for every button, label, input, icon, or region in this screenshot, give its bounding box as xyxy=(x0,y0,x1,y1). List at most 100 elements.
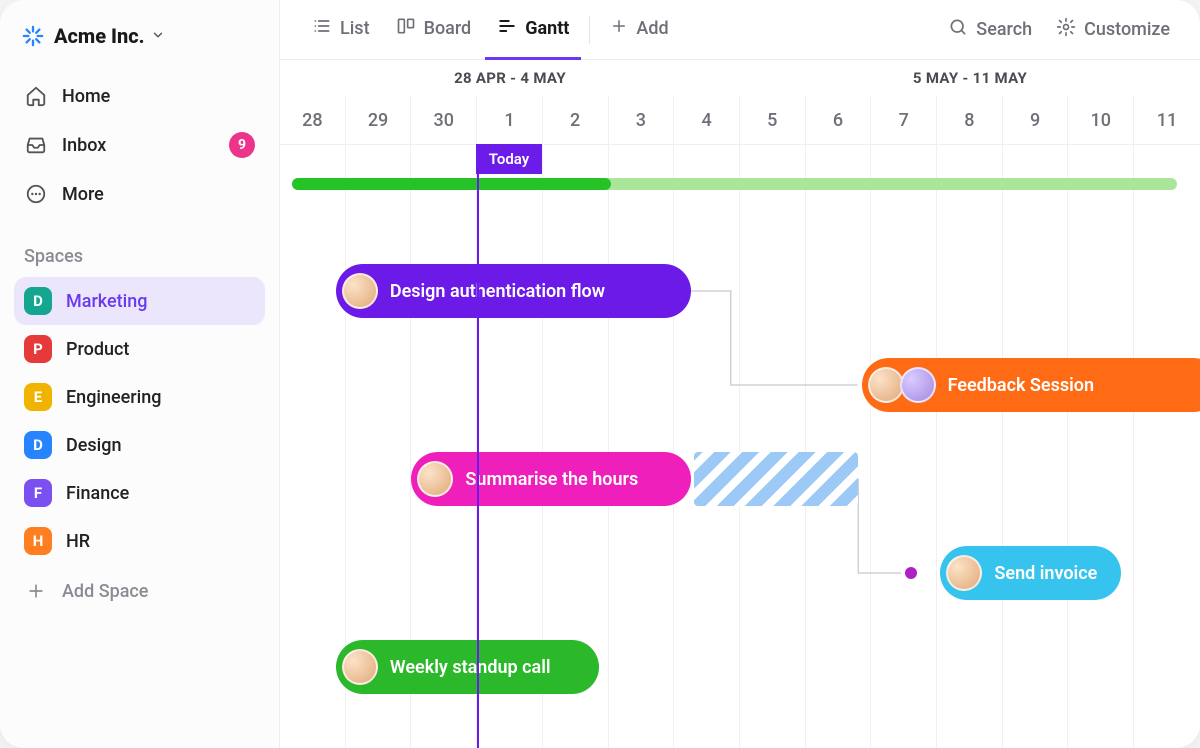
space-icon: E xyxy=(24,383,52,411)
avatar xyxy=(946,555,982,591)
main-content: List Board Gantt Add Search xyxy=(280,0,1200,748)
tab-list-label: List xyxy=(340,18,370,39)
space-icon: D xyxy=(24,431,52,459)
home-icon xyxy=(24,84,48,108)
week-label: 5 MAY - 11 MAY xyxy=(740,60,1200,96)
tab-gantt-label: Gantt xyxy=(525,18,569,39)
avatar xyxy=(342,649,378,685)
day-cell[interactable]: 3 xyxy=(609,96,675,144)
space-label: HR xyxy=(66,531,90,552)
sidebar-space-finance[interactable]: F Finance xyxy=(14,469,265,517)
gantt-timeline[interactable]: 28 APR - 4 MAY5 MAY - 11 MAY 28293012345… xyxy=(280,60,1200,748)
buffer-hatch xyxy=(694,452,858,506)
divider xyxy=(589,16,590,44)
sidebar: Acme Inc. Home Inbox 9 xyxy=(0,0,280,748)
task-bar[interactable]: Feedback Session xyxy=(862,358,1200,412)
add-space-label: Add Space xyxy=(62,581,148,602)
day-cell[interactable]: 11 xyxy=(1134,96,1200,144)
milestone[interactable] xyxy=(905,567,917,579)
space-label: Marketing xyxy=(66,291,147,312)
gear-icon xyxy=(1056,17,1076,42)
day-cell[interactable]: 1 xyxy=(477,96,543,144)
space-icon: H xyxy=(24,527,52,555)
space-label: Finance xyxy=(66,483,129,504)
task-title: Design authentication flow xyxy=(390,281,605,302)
timeline-header: 28 APR - 4 MAY5 MAY - 11 MAY 28293012345… xyxy=(280,60,1200,145)
tab-board[interactable]: Board xyxy=(384,0,484,60)
avatar xyxy=(342,273,378,309)
nav-inbox[interactable]: Inbox 9 xyxy=(14,120,265,170)
search-button[interactable]: Search xyxy=(938,9,1042,50)
workspace-name: Acme Inc. xyxy=(54,24,145,48)
sidebar-space-hr[interactable]: H HR xyxy=(14,517,265,565)
task-bar[interactable]: Weekly standup call xyxy=(336,640,599,694)
nav-primary: Home Inbox 9 More xyxy=(14,72,265,218)
space-label: Product xyxy=(66,339,129,360)
avatar xyxy=(868,367,904,403)
view-tabs: List Board Gantt Add xyxy=(300,0,681,60)
search-icon xyxy=(948,17,968,42)
sidebar-space-marketing[interactable]: D Marketing xyxy=(14,277,265,325)
inbox-icon xyxy=(24,133,48,157)
avatar xyxy=(900,367,936,403)
today-marker: Today xyxy=(477,144,479,748)
spaces-header: Spaces xyxy=(14,218,265,277)
tab-board-label: Board xyxy=(424,18,472,39)
workspace-switcher[interactable]: Acme Inc. xyxy=(14,20,265,66)
task-bar[interactable]: Send invoice xyxy=(940,546,1121,600)
board-icon xyxy=(396,16,416,41)
day-cell[interactable]: 28 xyxy=(280,96,346,144)
plus-icon xyxy=(24,579,48,603)
day-cell[interactable]: 9 xyxy=(1003,96,1069,144)
day-cell[interactable]: 10 xyxy=(1068,96,1134,144)
nav-home-label: Home xyxy=(62,86,110,107)
customize-button[interactable]: Customize xyxy=(1046,9,1180,50)
add-space-button[interactable]: Add Space xyxy=(14,565,265,617)
day-cell[interactable]: 7 xyxy=(871,96,937,144)
task-bar[interactable]: Summarise the hours xyxy=(411,452,690,506)
task-bar[interactable]: Design authentication flow xyxy=(336,264,691,318)
chevron-down-icon xyxy=(151,27,165,46)
day-cell[interactable]: 2 xyxy=(543,96,609,144)
tab-gantt[interactable]: Gantt xyxy=(485,0,581,60)
space-icon: P xyxy=(24,335,52,363)
day-cell[interactable]: 6 xyxy=(806,96,872,144)
nav-inbox-label: Inbox xyxy=(62,135,106,156)
day-cell[interactable]: 30 xyxy=(411,96,477,144)
day-cell[interactable]: 5 xyxy=(740,96,806,144)
tab-add-view[interactable]: Add xyxy=(598,0,680,60)
tab-add-label: Add xyxy=(636,18,668,39)
app-window: Acme Inc. Home Inbox 9 xyxy=(0,0,1200,748)
task-title: Feedback Session xyxy=(948,375,1094,396)
spaces-list: D Marketing P Product E Engineering D Design F Fi… xyxy=(14,277,265,565)
day-cell[interactable]: 4 xyxy=(674,96,740,144)
more-icon xyxy=(24,182,48,206)
gantt-bars: Design authentication flow Feedback Sessi… xyxy=(280,144,1200,748)
sidebar-space-product[interactable]: P Product xyxy=(14,325,265,373)
space-label: Design xyxy=(66,435,121,456)
search-label: Search xyxy=(976,19,1032,40)
toolbar: List Board Gantt Add Search xyxy=(280,0,1200,60)
avatar xyxy=(417,461,453,497)
sidebar-space-engineering[interactable]: E Engineering xyxy=(14,373,265,421)
today-label: Today xyxy=(476,144,542,174)
task-title: Send invoice xyxy=(994,563,1097,584)
task-title: Summarise the hours xyxy=(465,469,638,490)
day-cell[interactable]: 29 xyxy=(346,96,412,144)
inbox-badge: 9 xyxy=(229,132,255,158)
gantt-icon xyxy=(497,16,517,41)
space-icon: D xyxy=(24,287,52,315)
sidebar-space-design[interactable]: D Design xyxy=(14,421,265,469)
space-icon: F xyxy=(24,479,52,507)
plus-icon xyxy=(610,17,628,40)
list-icon xyxy=(312,16,332,41)
customize-label: Customize xyxy=(1084,19,1170,40)
day-cell[interactable]: 8 xyxy=(937,96,1003,144)
nav-more-label: More xyxy=(62,184,104,205)
tab-list[interactable]: List xyxy=(300,0,382,60)
nav-home[interactable]: Home xyxy=(14,72,265,120)
nav-more[interactable]: More xyxy=(14,170,265,218)
logo-icon xyxy=(22,25,44,47)
week-label: 28 APR - 4 MAY xyxy=(280,60,740,96)
space-label: Engineering xyxy=(66,387,161,408)
